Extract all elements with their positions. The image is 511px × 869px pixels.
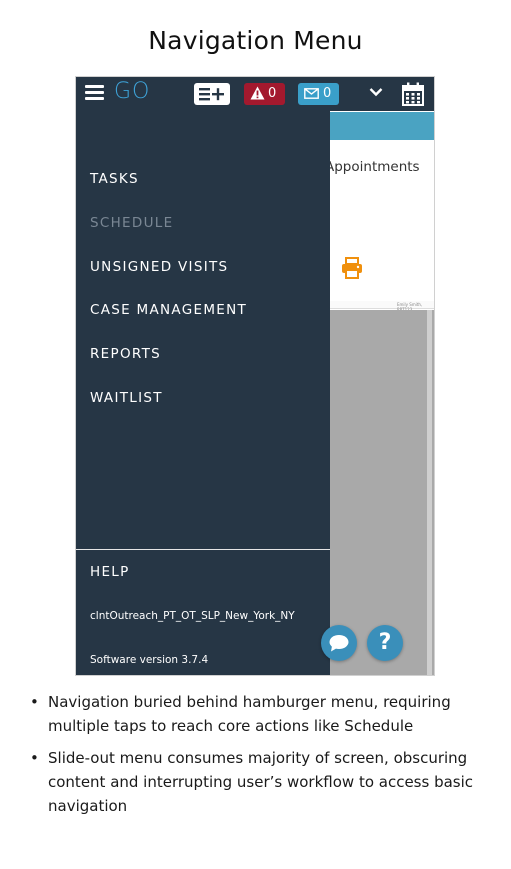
- menu-item-case-management[interactable]: CASE MANAGEMENT: [90, 302, 247, 318]
- menu-item-help[interactable]: HELP: [90, 564, 130, 580]
- app-screen: Appointments Emily Smith, RPT123 GO: [75, 76, 435, 676]
- warning-icon: [250, 86, 265, 100]
- content-header-bar: [330, 112, 434, 140]
- note-item: Navigation buried behind hamburger menu,…: [30, 690, 490, 738]
- envelope-icon: [304, 88, 319, 99]
- chat-bubble-icon: [329, 635, 349, 652]
- alerts-button[interactable]: 0: [244, 83, 285, 105]
- alerts-count: 0: [268, 86, 277, 101]
- appointments-heading: Appointments: [325, 159, 420, 175]
- hamburger-icon[interactable]: [85, 85, 104, 101]
- menu-item-reports[interactable]: REPORTS: [90, 346, 161, 362]
- menu-item-tasks[interactable]: TASKS: [90, 171, 139, 187]
- add-list-icon: [199, 88, 224, 101]
- add-button[interactable]: [194, 83, 230, 105]
- software-version: Software version 3.7.4: [90, 654, 209, 666]
- notes-list: Navigation buried behind hamburger menu,…: [30, 690, 490, 826]
- menu-item-schedule[interactable]: SCHEDULE: [90, 215, 173, 231]
- schedule-grid: [330, 310, 434, 675]
- page-title: Navigation Menu: [148, 26, 363, 55]
- scrollbar[interactable]: [427, 310, 432, 675]
- menu-item-waitlist[interactable]: WAITLIST: [90, 390, 163, 406]
- app-logo: GO: [114, 79, 151, 104]
- top-bar: GO 0 0: [76, 77, 434, 111]
- messages-button[interactable]: 0: [298, 83, 339, 105]
- note-item: Slide-out menu consumes majority of scre…: [30, 746, 490, 818]
- question-icon: ?: [378, 630, 392, 655]
- drawer-divider: [76, 549, 330, 550]
- calendar-icon[interactable]: [402, 82, 424, 106]
- chevron-down-icon[interactable]: [369, 87, 383, 97]
- messages-count: 0: [323, 86, 332, 101]
- navigation-drawer: TASKS SCHEDULE UNSIGNED VISITS CASE MANA…: [76, 111, 330, 675]
- menu-item-unsigned-visits[interactable]: UNSIGNED VISITS: [90, 259, 228, 275]
- account-name: clntOutreach_PT_OT_SLP_New_York_NY: [90, 610, 295, 622]
- help-button[interactable]: ?: [367, 625, 403, 661]
- print-icon[interactable]: [341, 257, 363, 283]
- chat-button[interactable]: [321, 625, 357, 661]
